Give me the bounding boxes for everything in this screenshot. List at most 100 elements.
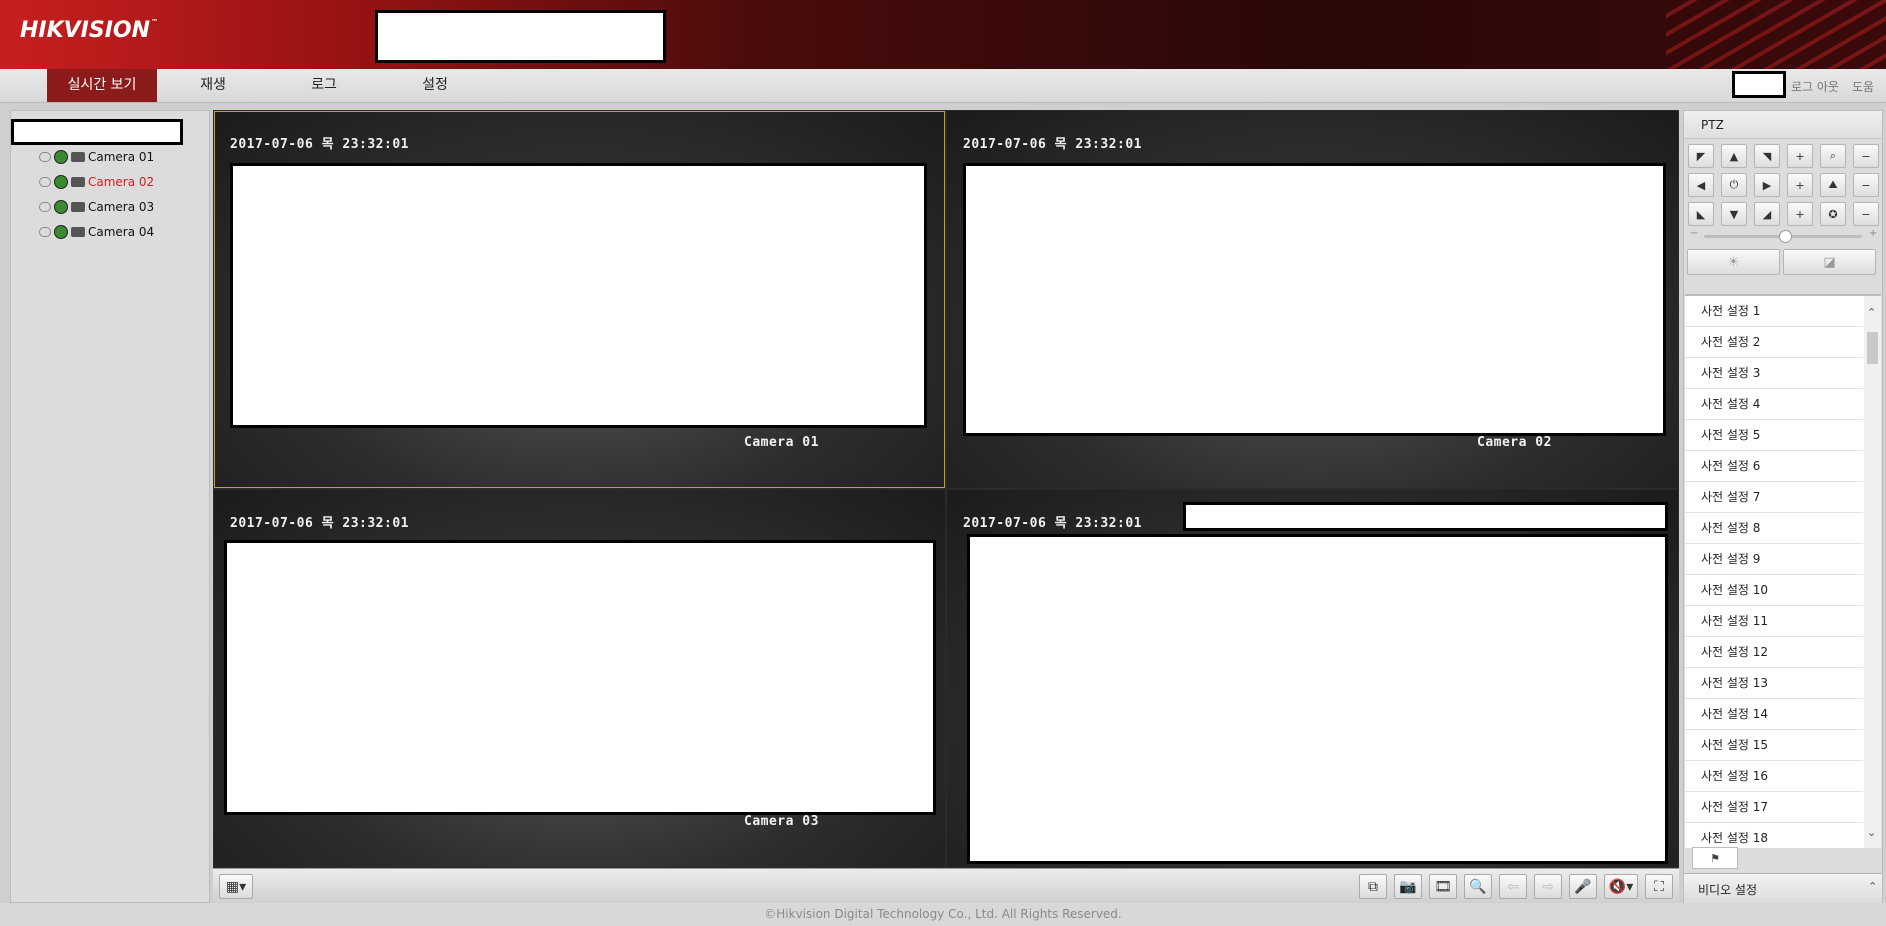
capture-icon[interactable]: 📷 xyxy=(1394,874,1422,899)
preset-item[interactable]: 사전 설정 2 xyxy=(1685,327,1863,358)
header-bar: HIKVISION™ xyxy=(0,0,1886,69)
microphone-icon[interactable]: 🎤 xyxy=(1569,874,1597,899)
osd-camera-name: Camera 03 xyxy=(744,814,819,829)
preset-item[interactable]: 사전 설정 13 xyxy=(1685,668,1863,699)
link-icon xyxy=(39,177,51,187)
ptz-down-left-button[interactable]: ◣ xyxy=(1688,202,1714,226)
preset-item[interactable]: 사전 설정 10 xyxy=(1685,575,1863,606)
next-page-icon[interactable]: ⇨ xyxy=(1534,874,1562,899)
preset-item[interactable]: 사전 설정 9 xyxy=(1685,544,1863,575)
camera-tree-item[interactable]: Camera 02 xyxy=(39,174,154,190)
wiper-button[interactable]: ◪ xyxy=(1783,249,1876,275)
video-grid: 2017-07-06 목 23:32:01 Camera 01 2017-07-… xyxy=(213,110,1679,868)
preset-item[interactable]: 사전 설정 12 xyxy=(1685,637,1863,668)
video-settings-label: 비디오 설정 xyxy=(1698,883,1758,897)
ptz-speed-slider[interactable] xyxy=(1704,230,1862,243)
focus-icon: ⛰ xyxy=(1820,173,1846,197)
video-settings-bar[interactable]: 비디오 설정 ⌃ xyxy=(1684,873,1882,903)
preset-item[interactable]: 사전 설정 18 xyxy=(1685,823,1863,848)
osd-timestamp: 2017-07-06 목 23:32:01 xyxy=(963,137,1142,152)
chevron-up-icon: ⌃ xyxy=(1868,880,1878,893)
tab-log[interactable]: 로그 xyxy=(289,69,359,102)
redacted-device-node xyxy=(11,119,183,145)
tab-live-view[interactable]: 실시간 보기 xyxy=(47,69,157,102)
osd-camera-name: Camera 01 xyxy=(744,435,819,450)
video-tile-1[interactable]: 2017-07-06 목 23:32:01 Camera 01 xyxy=(214,111,945,488)
zoom-icon: ⌕ xyxy=(1820,144,1846,168)
link-icon xyxy=(39,227,51,237)
record-icon[interactable]: 🎞 xyxy=(1429,874,1457,899)
video-tile-3[interactable]: 2017-07-06 목 23:32:01 Camera 03 xyxy=(214,490,945,867)
preset-item[interactable]: 사전 설정 4 xyxy=(1685,389,1863,420)
ptz-up-right-button[interactable]: ◥ xyxy=(1754,144,1780,168)
tab-playback[interactable]: 재생 xyxy=(178,69,248,102)
redacted-video-content xyxy=(230,163,927,428)
preset-item[interactable]: 사전 설정 15 xyxy=(1685,730,1863,761)
iris-open-button[interactable]: + xyxy=(1787,202,1813,226)
scroll-down-icon[interactable]: ⌄ xyxy=(1867,826,1876,839)
preset-item[interactable]: 사전 설정 14 xyxy=(1685,699,1863,730)
osd-timestamp: 2017-07-06 목 23:32:01 xyxy=(963,516,1142,531)
ptz-up-button[interactable]: ▲ xyxy=(1721,144,1747,168)
camera-icon xyxy=(71,152,85,162)
camera-tree-item[interactable]: Camera 04 xyxy=(39,224,154,240)
preset-item[interactable]: 사전 설정 17 xyxy=(1685,792,1863,823)
preset-scrollbar[interactable]: ⌃ ⌄ xyxy=(1864,296,1881,848)
tab-settings[interactable]: 설정 xyxy=(400,69,470,102)
hikvision-logo: HIKVISION™ xyxy=(20,18,159,43)
zoom-out-button[interactable]: − xyxy=(1853,144,1879,168)
fullscreen-icon[interactable]: ⛶ xyxy=(1645,874,1673,899)
video-tile-2[interactable]: 2017-07-06 목 23:32:01 Camera 02 xyxy=(947,111,1678,488)
redacted-username xyxy=(1732,71,1786,98)
preset-item[interactable]: 사전 설정 11 xyxy=(1685,606,1863,637)
speed-minus-label: − xyxy=(1690,228,1699,239)
auto-scan-button[interactable]: ⏻ xyxy=(1721,173,1747,197)
zoom-in-button[interactable]: + xyxy=(1787,144,1813,168)
preset-item[interactable]: 사전 설정 7 xyxy=(1685,482,1863,513)
ptz-title: PTZ xyxy=(1684,111,1882,139)
camera-tree-item[interactable]: Camera 01 xyxy=(39,149,154,165)
layout-select-icon[interactable]: ▦▾ xyxy=(219,874,253,899)
iris-icon: ✪ xyxy=(1820,202,1846,226)
preset-item[interactable]: 사전 설정 6 xyxy=(1685,451,1863,482)
help-link[interactable]: 도움 xyxy=(1852,78,1874,95)
iris-close-button[interactable]: − xyxy=(1853,202,1879,226)
mute-icon[interactable]: 🔇▾ xyxy=(1604,874,1638,899)
preset-item[interactable]: 사전 설정 3 xyxy=(1685,358,1863,389)
zoom-icon[interactable]: 🔍 xyxy=(1464,874,1492,899)
camera-icon xyxy=(71,202,85,212)
ptz-down-button[interactable]: ▼ xyxy=(1721,202,1747,226)
preset-list: 사전 설정 1 사전 설정 2 사전 설정 3 사전 설정 4 사전 설정 5 … xyxy=(1685,294,1881,848)
ptz-up-left-button[interactable]: ◤ xyxy=(1688,144,1714,168)
prev-page-icon[interactable]: ⇦ xyxy=(1499,874,1527,899)
header-decoration xyxy=(1666,0,1886,69)
patrol-flag-icon[interactable]: ⚑ xyxy=(1692,847,1738,869)
speed-plus-label: + xyxy=(1869,228,1878,239)
scroll-up-icon[interactable]: ⌃ xyxy=(1867,306,1876,319)
ptz-down-right-button[interactable]: ◢ xyxy=(1754,202,1780,226)
preset-item[interactable]: 사전 설정 5 xyxy=(1685,420,1863,451)
redacted-video-content xyxy=(224,540,936,815)
redacted-osd-text xyxy=(1183,502,1668,531)
preset-item[interactable]: 사전 설정 1 xyxy=(1685,296,1863,327)
logout-link[interactable]: 로그 아웃 xyxy=(1791,78,1839,95)
camera-label: Camera 03 xyxy=(88,200,155,214)
link-icon xyxy=(39,202,51,212)
copyright-footer: ©Hikvision Digital Technology Co., Ltd. … xyxy=(0,903,1886,926)
camera-tree-item[interactable]: Camera 03 xyxy=(39,199,154,215)
redacted-device-name xyxy=(375,10,666,63)
ptz-left-button[interactable]: ◀ xyxy=(1688,173,1714,197)
redacted-video-content xyxy=(967,534,1668,864)
stop-all-icon[interactable]: ⧉ xyxy=(1359,874,1387,899)
preset-item[interactable]: 사전 설정 16 xyxy=(1685,761,1863,792)
ptz-right-button[interactable]: ▶ xyxy=(1754,173,1780,197)
video-tile-4[interactable]: 2017-07-06 목 23:32:01 xyxy=(947,490,1678,867)
focus-out-button[interactable]: − xyxy=(1853,173,1879,197)
focus-in-button[interactable]: + xyxy=(1787,173,1813,197)
preset-item[interactable]: 사전 설정 8 xyxy=(1685,513,1863,544)
light-button[interactable]: ☀ xyxy=(1687,249,1780,275)
scroll-thumb[interactable] xyxy=(1867,332,1878,364)
slider-knob[interactable] xyxy=(1779,230,1792,243)
redacted-video-content xyxy=(963,163,1666,436)
record-status-icon xyxy=(54,175,68,189)
